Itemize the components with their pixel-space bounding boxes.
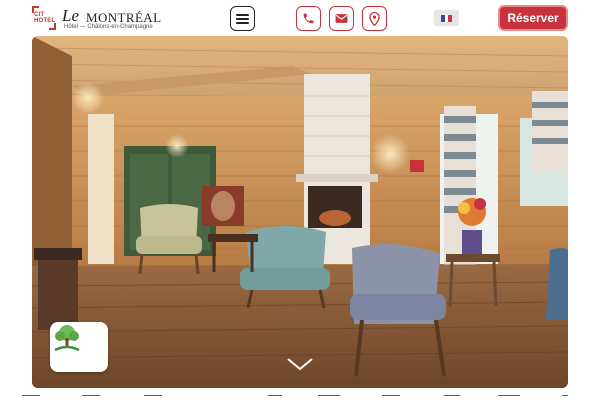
bottom-nav-item[interactable] <box>562 395 568 400</box>
hotel-logo[interactable]: CIT HOTEL Le MONTRÉAL Hôtel — Châlons-en-… <box>32 5 172 31</box>
bottom-nav-item[interactable] <box>318 395 340 400</box>
bottom-nav-item[interactable] <box>268 395 282 400</box>
phone-icon <box>303 13 314 24</box>
bottom-nav-item[interactable] <box>82 395 100 400</box>
bottom-nav-item[interactable] <box>144 395 162 400</box>
logo-subtitle: Hôtel — Châlons-en-Champagne <box>64 24 153 30</box>
mail-icon <box>335 14 348 23</box>
email-button[interactable] <box>329 6 354 31</box>
logo-wordmark: Le MONTRÉAL Hôtel — Châlons-en-Champagne <box>62 5 172 31</box>
eco-tree-icon <box>54 325 80 352</box>
reserve-button[interactable]: Réserver <box>498 5 568 31</box>
location-button[interactable] <box>362 6 387 31</box>
bottom-nav-bar <box>0 390 600 400</box>
lounge-photo-illustration <box>32 36 568 388</box>
eco-label-badge[interactable] <box>50 322 108 372</box>
scroll-down-button[interactable] <box>286 356 314 372</box>
hamburger-menu-icon <box>236 13 249 24</box>
hero-photo <box>32 36 568 388</box>
bottom-nav-item[interactable] <box>382 395 400 400</box>
chevron-down-icon <box>287 358 313 371</box>
fr-flag-icon <box>441 14 453 22</box>
bottom-nav-item[interactable] <box>498 395 520 400</box>
location-pin-icon <box>369 11 380 26</box>
bottom-nav-item[interactable] <box>22 395 40 400</box>
cit-hotel-logo-mark: CIT HOTEL <box>32 6 56 30</box>
menu-button[interactable] <box>230 6 255 31</box>
logo-script-text: Le <box>62 6 79 25</box>
phone-button[interactable] <box>296 6 321 31</box>
language-selector[interactable] <box>434 10 459 26</box>
bottom-nav-item[interactable] <box>444 395 460 400</box>
site-header: CIT HOTEL Le MONTRÉAL Hôtel — Châlons-en-… <box>0 0 600 36</box>
